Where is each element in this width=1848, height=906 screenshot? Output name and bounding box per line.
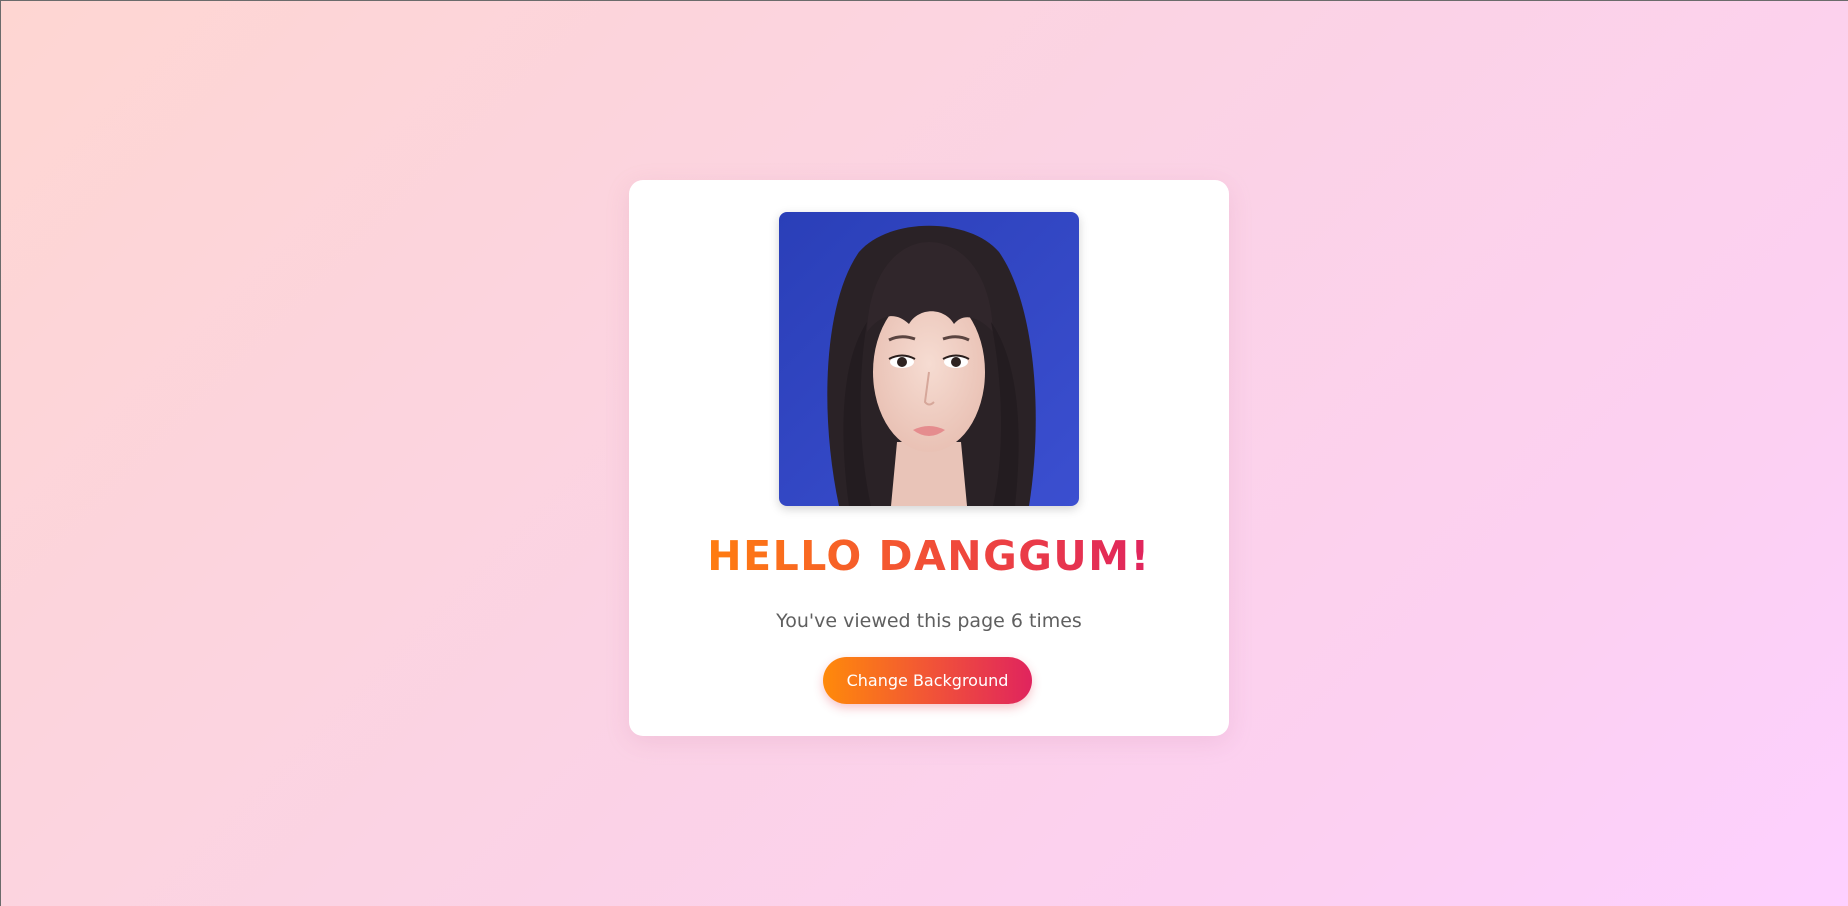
profile-photo <box>779 212 1079 506</box>
greeting-title: HELLO DANGGUM! <box>707 532 1151 580</box>
view-counter-text: You've viewed this page 6 times <box>776 610 1082 632</box>
profile-card: HELLO DANGGUM! You've viewed this page 6… <box>629 180 1229 736</box>
change-background-button[interactable]: Change Background <box>823 657 1032 704</box>
